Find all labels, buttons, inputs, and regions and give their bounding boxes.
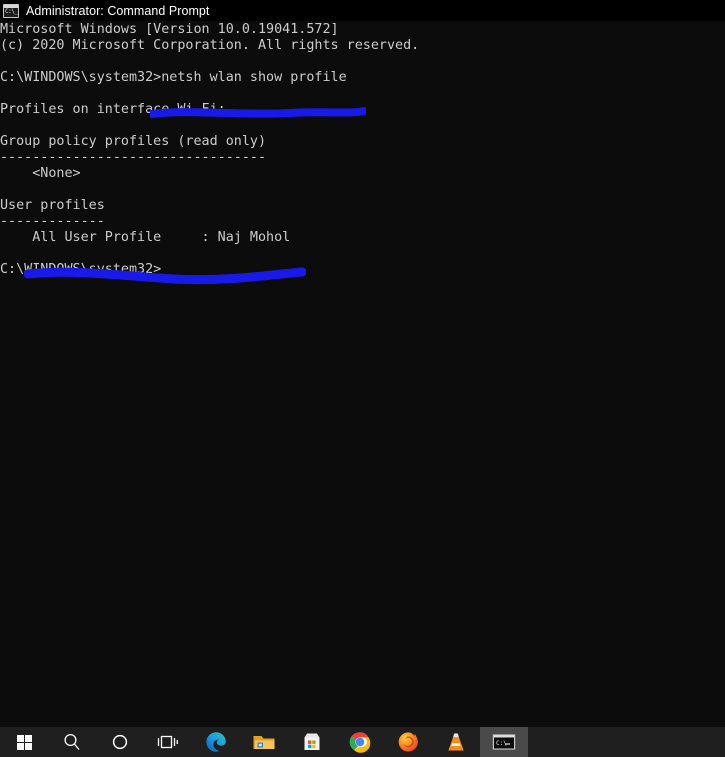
console-line: Profiles on interface Wi-Fi: <box>0 102 226 117</box>
console-line: C:\WINDOWS\system32>netsh wlan show prof… <box>0 70 347 85</box>
command-prompt-icon[interactable]: C:\ <box>480 727 528 757</box>
window-title: Administrator: Command Prompt <box>26 3 210 18</box>
task-view-icon[interactable] <box>144 727 192 757</box>
console-line: User profiles <box>0 198 105 213</box>
console-icon-glyph: C:\_ <box>5 7 18 15</box>
microsoft-edge-icon[interactable] <box>192 727 240 757</box>
vlc-media-player-icon[interactable] <box>432 727 480 757</box>
windows-taskbar[interactable]: C:\ <box>0 727 725 757</box>
console-line: Microsoft Windows [Version 10.0.19041.57… <box>0 22 339 37</box>
console-text: Microsoft Windows [Version 10.0.19041.57… <box>0 21 419 278</box>
console-output-area[interactable]: Microsoft Windows [Version 10.0.19041.57… <box>0 21 725 727</box>
cortana-icon[interactable] <box>96 727 144 757</box>
windows-logo-icon <box>16 734 32 750</box>
file-explorer-icon[interactable] <box>240 727 288 757</box>
start-button[interactable] <box>0 727 48 757</box>
search-icon[interactable] <box>48 727 96 757</box>
console-line: C:\WINDOWS\system32> <box>0 262 162 277</box>
console-icon: C:\_ <box>3 3 19 18</box>
console-line: (c) 2020 Microsoft Corporation. All righ… <box>0 38 420 53</box>
console-line: --------------------------------- <box>0 150 267 165</box>
console-line: Group policy profiles (read only) <box>0 134 267 149</box>
console-line: All User Profile : Naj Mohol <box>0 230 291 245</box>
microsoft-store-icon[interactable] <box>288 727 336 757</box>
console-line: <None> <box>0 166 81 181</box>
window-titlebar[interactable]: C:\_ Administrator: Command Prompt <box>0 0 725 21</box>
mozilla-firefox-icon[interactable] <box>384 727 432 757</box>
google-chrome-icon[interactable] <box>336 727 384 757</box>
console-line: ------------- <box>0 214 105 229</box>
